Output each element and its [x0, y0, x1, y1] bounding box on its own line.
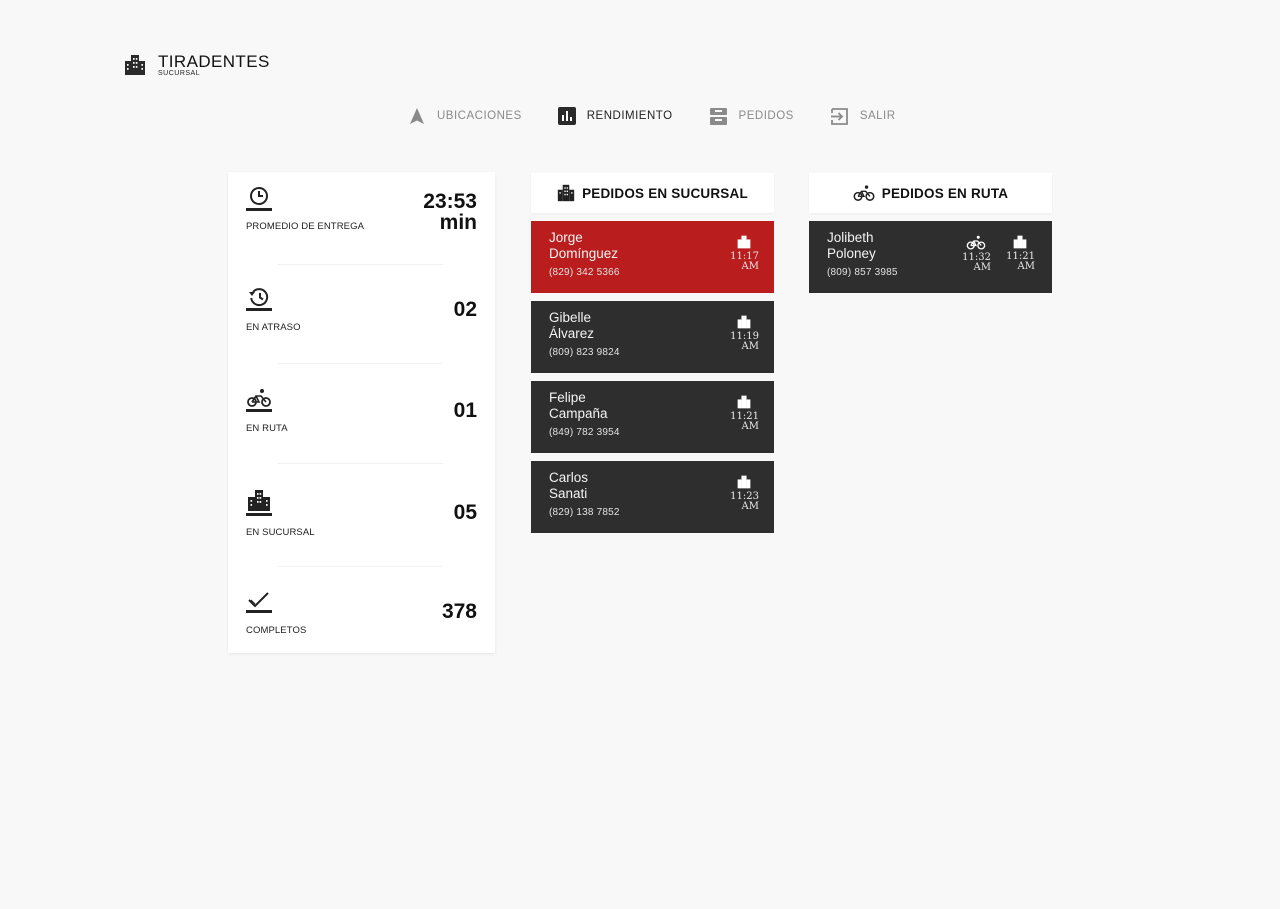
- name-line: Campaña: [549, 406, 608, 421]
- name-line: Gibelle: [549, 310, 592, 325]
- building-icon: [737, 395, 751, 409]
- name-line: Felipe: [549, 390, 586, 405]
- brand-title: TIRADENTES: [158, 52, 270, 71]
- stat-average-delivery: PROMEDIO DE ENTREGA 23:53 min: [228, 172, 495, 264]
- customer-name: Gibelle Álvarez: [549, 310, 669, 342]
- route-orders-header: PEDIDOS EN RUTA: [809, 173, 1052, 213]
- order-card[interactable]: Jorge Domínguez (829) 342 5366 11:17 AM: [531, 221, 774, 293]
- stat-value: 01: [453, 399, 477, 422]
- bar-chart-icon: [557, 107, 576, 125]
- stat-label: EN SUCURSAL: [246, 527, 315, 538]
- order-card[interactable]: Gibelle Álvarez (809) 823 9824 11:19 AM: [531, 301, 774, 373]
- name-line: Jorge: [549, 230, 583, 245]
- building-icon: [557, 184, 575, 202]
- name-line: Sanati: [549, 486, 588, 501]
- clock-icon: [246, 187, 272, 211]
- name-line: Álvarez: [549, 326, 595, 341]
- building-icon: [737, 475, 751, 489]
- nav-label: UBICACIONES: [437, 110, 522, 122]
- building-icon: [125, 55, 145, 75]
- branch-timestamp: 11:23 AM: [729, 475, 759, 512]
- order-card[interactable]: Felipe Campaña (849) 782 3954 11:21 AM: [531, 381, 774, 453]
- name-line: Carlos: [549, 470, 589, 485]
- order-ampm: AM: [741, 421, 759, 432]
- customer-name: Felipe Campaña: [549, 390, 669, 422]
- nav-item-pedidos[interactable]: PEDIDOS: [709, 107, 794, 126]
- nav-label: PEDIDOS: [738, 110, 794, 122]
- main-nav: UBICACIONES RENDIMIENTO PEDIDOS SALIR: [408, 106, 932, 126]
- stat-label: COMPLETOS: [246, 625, 307, 636]
- inbox-icon: [709, 107, 727, 125]
- brand: TIRADENTES SUCURSAL: [124, 52, 270, 77]
- navigation-arrow-icon: [410, 108, 424, 124]
- branch-timestamp: 11:21 AM: [729, 395, 759, 432]
- building-icon: [246, 490, 272, 516]
- nav-label: RENDIMIENTO: [586, 110, 673, 122]
- stat-value: 378: [441, 600, 477, 623]
- name-line: Domínguez: [549, 246, 619, 261]
- stat-unit: min: [439, 211, 477, 234]
- branch-timestamp: 11:19 AM: [729, 315, 759, 352]
- customer-phone: (809) 857 3985: [827, 267, 898, 278]
- stat-late: EN ATRASO 02: [228, 264, 495, 363]
- branch-timestamp: 11:21 AM: [1005, 235, 1035, 272]
- customer-name: Carlos Sanati: [549, 470, 669, 502]
- customer-name: Jolibeth Poloney: [827, 230, 947, 262]
- brand-text: TIRADENTES SUCURSAL: [158, 52, 270, 77]
- stat-completed: COMPLETOS 378: [228, 566, 495, 653]
- order-card[interactable]: Jolibeth Poloney (809) 857 3985 11:32 AM…: [809, 221, 1052, 293]
- route-ampm: AM: [973, 262, 991, 273]
- stat-on-route: EN RUTA 01: [228, 363, 495, 463]
- column-title: PEDIDOS EN SUCURSAL: [582, 185, 748, 201]
- column-title: PEDIDOS EN RUTA: [881, 185, 1009, 201]
- stat-label: EN RUTA: [246, 423, 288, 434]
- customer-phone: (829) 138 7852: [549, 507, 620, 518]
- nav-label: SALIR: [859, 110, 896, 122]
- customer-phone: (829) 342 5366: [549, 267, 620, 278]
- history-icon: [246, 288, 272, 311]
- customer-phone: (809) 823 9824: [549, 347, 620, 358]
- stat-label: PROMEDIO DE ENTREGA: [246, 221, 365, 232]
- order-ampm: AM: [741, 341, 759, 352]
- building-icon: [737, 315, 751, 329]
- building-icon: [737, 235, 751, 249]
- branch-timestamp: 11:17 AM: [729, 235, 759, 272]
- order-ampm: AM: [741, 261, 759, 272]
- brand-subtitle: SUCURSAL: [158, 70, 201, 77]
- check-icon: [246, 592, 272, 613]
- stat-value: 05: [453, 501, 477, 524]
- performance-stats-card: PROMEDIO DE ENTREGA 23:53 min EN ATRASO …: [228, 172, 495, 653]
- customer-name: Jorge Domínguez: [549, 230, 669, 262]
- customer-phone: (849) 782 3954: [549, 427, 620, 438]
- route-timestamp: 11:32 AM: [961, 235, 991, 273]
- branch-orders-header: PEDIDOS EN SUCURSAL: [531, 173, 774, 213]
- logout-icon: [830, 107, 848, 125]
- branch-ampm: AM: [1017, 261, 1035, 272]
- building-icon: [1013, 235, 1027, 249]
- bicycle-icon: [246, 389, 272, 412]
- nav-item-rendimiento[interactable]: RENDIMIENTO: [557, 107, 673, 125]
- bicycle-icon: [853, 185, 875, 201]
- bicycle-icon: [966, 235, 986, 250]
- name-line: Poloney: [827, 246, 876, 261]
- order-card[interactable]: Carlos Sanati (829) 138 7852 11:23 AM: [531, 461, 774, 533]
- nav-item-ubicaciones[interactable]: UBICACIONES: [408, 106, 522, 126]
- stat-value: 02: [453, 298, 477, 321]
- order-ampm: AM: [741, 501, 759, 512]
- stat-in-branch: EN SUCURSAL 05: [228, 463, 495, 566]
- stat-label: EN ATRASO: [246, 322, 301, 333]
- name-line: Jolibeth: [827, 230, 874, 245]
- nav-item-salir[interactable]: SALIR: [830, 107, 896, 126]
